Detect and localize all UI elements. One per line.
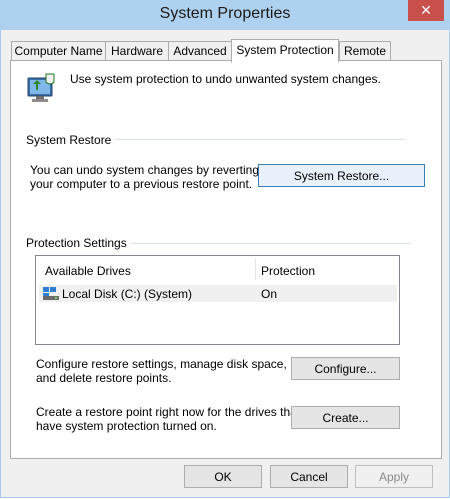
tab-computer-name[interactable]: Computer Name bbox=[11, 41, 106, 60]
tab-system-protection[interactable]: System Protection bbox=[231, 39, 339, 63]
tab-remote[interactable]: Remote bbox=[339, 41, 391, 60]
system-restore-group-label: System Restore bbox=[26, 133, 116, 147]
system-restore-button[interactable]: System Restore... bbox=[258, 164, 425, 187]
local-disk-icon bbox=[43, 287, 59, 300]
column-separator[interactable] bbox=[255, 258, 256, 280]
column-header-available-drives[interactable]: Available Drives bbox=[45, 264, 131, 278]
system-protection-icon bbox=[27, 73, 55, 102]
drive-protection-status: On bbox=[261, 287, 278, 301]
configure-description-line2: and delete restore points. bbox=[36, 371, 172, 385]
intro-text: Use system protection to undo unwanted s… bbox=[70, 72, 381, 86]
cancel-button[interactable]: Cancel bbox=[270, 465, 348, 488]
create-description-line2: have system protection turned on. bbox=[36, 419, 217, 433]
system-restore-description-line1: You can undo system changes by reverting bbox=[30, 163, 260, 177]
window-title: System Properties bbox=[159, 5, 291, 22]
configure-description-line1: Configure restore settings, manage disk … bbox=[36, 357, 287, 371]
protection-settings-divider bbox=[126, 243, 411, 244]
apply-button[interactable]: Apply bbox=[355, 465, 433, 488]
tab-advanced[interactable]: Advanced bbox=[168, 41, 232, 60]
configure-button[interactable]: Configure... bbox=[291, 357, 400, 380]
protection-settings-group-label: Protection Settings bbox=[26, 236, 131, 250]
system-restore-description-line2: your computer to a previous restore poin… bbox=[30, 177, 253, 191]
close-button[interactable]: ✕ bbox=[408, 0, 444, 21]
create-description-line1: Create a restore point right now for the… bbox=[36, 405, 301, 419]
create-button[interactable]: Create... bbox=[291, 406, 400, 429]
available-drives-list[interactable]: Available Drives Protection Local Disk (… bbox=[35, 255, 400, 345]
system-restore-divider bbox=[110, 139, 405, 140]
ok-button[interactable]: OK bbox=[184, 465, 262, 488]
tab-hardware[interactable]: Hardware bbox=[105, 41, 169, 60]
column-header-protection[interactable]: Protection bbox=[261, 264, 315, 278]
drive-name: Local Disk (C:) (System) bbox=[62, 287, 193, 301]
title-bar[interactable]: System Properties ✕ bbox=[0, 0, 450, 30]
